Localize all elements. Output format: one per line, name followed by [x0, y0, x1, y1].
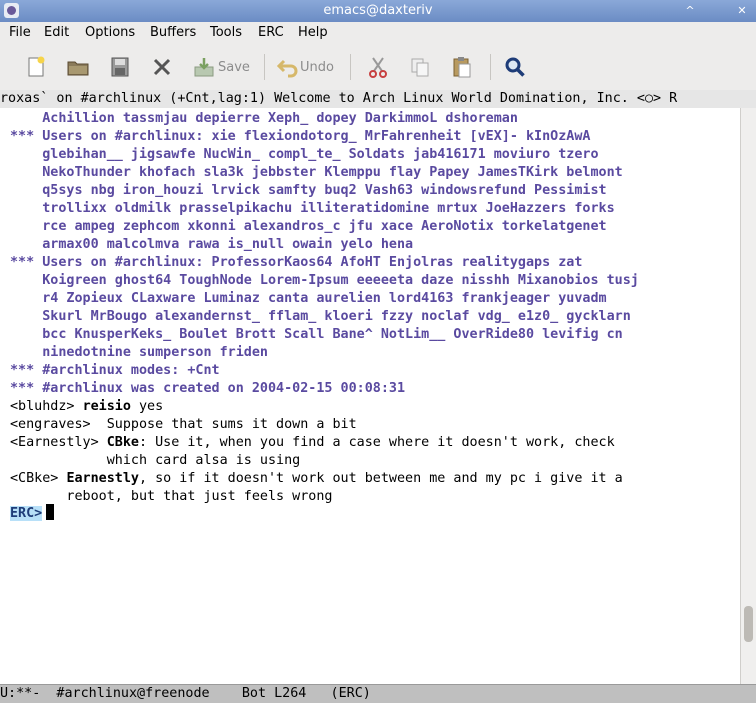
close-buffer-button[interactable] [150, 53, 174, 81]
addressee-nick[interactable]: reisio [83, 399, 131, 414]
notice-line: Achillion tassmjau depierre Xeph_ dopey … [10, 110, 518, 128]
mode-line: U:**- #archlinux@freenode Bot L264 (ERC) [0, 684, 756, 703]
addressee-nick[interactable]: CBke [107, 435, 139, 450]
notice-line: q5sys nbg iron_houzi lrvick samfty buq2 … [10, 182, 607, 200]
minibuffer[interactable] [0, 703, 756, 724]
line-text: which card alsa is using [10, 453, 301, 468]
undo-button[interactable]: Undo [276, 53, 334, 81]
notice-line: *** #archlinux was created on 2004-02-15… [10, 380, 405, 398]
save-icon [194, 58, 214, 77]
message-text: Suppose that sums it down a bit [98, 417, 357, 432]
line-text: NekoThunder khofach sla3k jebbster Klemp… [10, 165, 623, 180]
new-file-icon [28, 56, 45, 77]
copy-icon [411, 58, 429, 77]
line-text: bcc KnusperKeks_ Boulet Brott Scall Bane… [10, 327, 623, 342]
line-text: armax00 malcolmva rawa is_null owain yel… [10, 237, 414, 252]
notice-line: *** Users on #archlinux: xie flexiondoto… [10, 128, 590, 146]
save-button[interactable]: Save [192, 53, 250, 81]
notice-line: r4 Zopieux CLaxware Luminaz canta aureli… [10, 290, 607, 308]
line-text: reboot, but that just feels wrong [10, 489, 333, 504]
message-text: yes [130, 399, 164, 414]
line-text: rce ampeg zephcom xkonni alexandros_c jf… [10, 219, 607, 234]
undo-icon [276, 59, 298, 78]
chat-line: reboot, but that just feels wrong [10, 488, 332, 506]
scrollbar-thumb[interactable] [744, 606, 753, 642]
notice-line: *** Users on #archlinux: ProfessorKaos64… [10, 254, 582, 272]
notice-line: trollixx oldmilk prasselpikachu illitera… [10, 200, 615, 218]
close-window-button[interactable]: ✕ [734, 3, 750, 19]
notice-line: NekoThunder khofach sla3k jebbster Klemp… [10, 164, 623, 182]
toolbar-separator [264, 54, 265, 80]
line-text: Skurl MrBougo alexandernst_ fflam_ kloer… [10, 309, 631, 324]
menu-edit[interactable]: Edit [44, 25, 69, 40]
search-icon [505, 57, 525, 77]
chat-line: <CBke> Earnestly, so if it doesn't work … [10, 470, 623, 488]
cut-icon [369, 57, 387, 78]
undo-label: Undo [300, 59, 334, 75]
toolbar-separator [350, 54, 351, 80]
line-text: q5sys nbg iron_houzi lrvick samfty buq2 … [10, 183, 607, 198]
paste-icon [453, 57, 471, 78]
line-text: *** Users on #archlinux: xie flexiondoto… [10, 129, 591, 144]
notice-line: armax00 malcolmva rawa is_null owain yel… [10, 236, 413, 254]
save-disk-icon [111, 57, 129, 77]
vertical-scrollbar[interactable] [740, 108, 756, 684]
line-text: ninedotnine sumperson friden [10, 345, 268, 360]
window-title: emacs@daxteriv [323, 3, 433, 18]
chat-line: which card alsa is using [10, 452, 301, 470]
chat-line: <engraves> Suppose that sums it down a b… [10, 416, 357, 434]
notice-line: rce ampeg zephcom xkonni alexandros_c jf… [10, 218, 607, 236]
nick[interactable]: <CBke> [10, 471, 58, 486]
erc-prompt-line[interactable]: ERC> [10, 504, 55, 522]
notice-line: ninedotnine sumperson friden [10, 344, 268, 362]
notice-line: Skurl MrBougo alexandernst_ fflam_ kloer… [10, 308, 631, 326]
line-text: r4 Zopieux CLaxware Luminaz canta aureli… [10, 291, 607, 306]
notice-line: Koigreen ghost64 ToughNode Lorem-Ipsum e… [10, 272, 639, 290]
search-button[interactable] [503, 53, 527, 81]
toolbar-separator [490, 54, 491, 80]
toolbar: Save Undo [0, 44, 756, 91]
line-text: glebihan__ jigsawfe NucWin_ compl_te_ So… [10, 147, 599, 162]
addressee-nick[interactable]: Earnestly [66, 471, 139, 486]
menu-erc[interactable]: ERC [258, 25, 284, 40]
erc-prompt: ERC> [10, 506, 43, 521]
line-text: Koigreen ghost64 ToughNode Lorem-Ipsum e… [10, 273, 639, 288]
open-folder-icon [67, 61, 89, 76]
save-label: Save [218, 59, 250, 75]
menu-tools[interactable]: Tools [210, 25, 242, 40]
menu-bar: File Edit Options Buffers Tools ERC Help [0, 22, 756, 44]
nick[interactable]: <engraves> [10, 417, 91, 432]
line-text: Achillion tassmjau depierre Xeph_ dopey … [10, 111, 518, 126]
line-text: *** #archlinux modes: +Cnt [10, 363, 220, 378]
paste-button[interactable] [450, 53, 474, 81]
line-text: *** Users on #archlinux: ProfessorKaos64… [10, 255, 583, 270]
save-disk-button[interactable] [108, 53, 132, 81]
chat-line: <bluhdz> reisio yes [10, 398, 163, 416]
close-x-icon [153, 58, 171, 76]
copy-button[interactable] [408, 53, 432, 81]
notice-line: glebihan__ jigsawfe NucWin_ compl_te_ So… [10, 146, 599, 164]
nick[interactable]: <Earnestly> [10, 435, 99, 450]
chat-line: <Earnestly> CBke: Use it, when you find … [10, 434, 615, 452]
erc-buffer[interactable]: Achillion tassmjau depierre Xeph_ dopey … [0, 108, 740, 684]
new-file-button[interactable] [24, 53, 48, 81]
maximize-button[interactable]: ^ [682, 3, 698, 19]
message-text: , so if it doesn't work out between me a… [139, 471, 623, 486]
menu-file[interactable]: File [9, 25, 31, 40]
notice-line: *** #archlinux modes: +Cnt [10, 362, 220, 380]
menu-options[interactable]: Options [85, 25, 135, 40]
line-text: *** #archlinux was created on 2004-02-15… [10, 381, 406, 396]
cut-button[interactable] [366, 53, 390, 81]
message-text: : Use it, when you find a case where it … [139, 435, 615, 450]
menu-buffers[interactable]: Buffers [150, 25, 196, 40]
open-directory-button[interactable] [66, 53, 90, 81]
line-text: trollixx oldmilk prasselpikachu illitera… [10, 201, 615, 216]
menu-help[interactable]: Help [298, 25, 328, 40]
title-bar: emacs@daxteriv ^ ✕ [0, 0, 756, 22]
notice-line: bcc KnusperKeks_ Boulet Brott Scall Bane… [10, 326, 623, 344]
channel-header-line: roxas` on #archlinux (+Cnt,lag:1) Welcom… [0, 90, 756, 109]
text-cursor [46, 504, 55, 520]
nick[interactable]: <bluhdz> [10, 399, 75, 414]
